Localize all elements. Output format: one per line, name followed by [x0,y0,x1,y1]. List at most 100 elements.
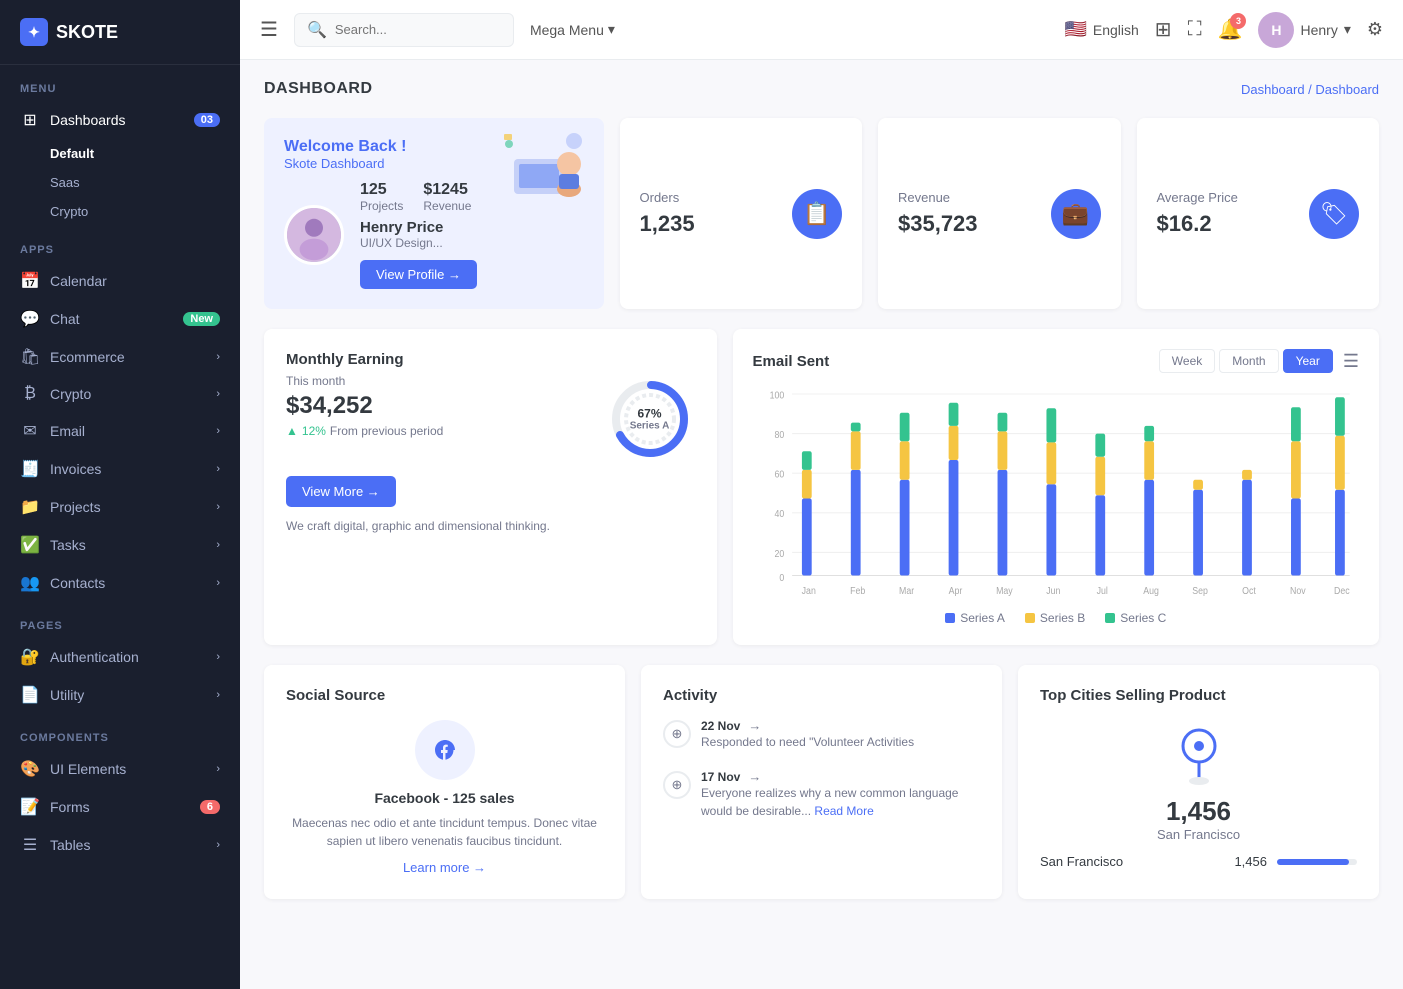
email-chevron: › [216,425,220,437]
monthly-title: Monthly Earning [286,351,695,368]
sidebar-item-utility[interactable]: 📄 Utility › [0,676,240,714]
mega-menu-chevron: ▾ [608,21,615,38]
fullscreen-button[interactable]: ⛶ [1188,18,1202,41]
search-box[interactable]: 🔍 [294,13,514,47]
sidebar-menu-section: MENU ⊞ Dashboards 03 Default Saas Crypto [0,65,240,226]
wc-avatar [284,205,344,265]
facebook-icon [415,720,475,780]
svg-text:Mar: Mar [899,586,914,597]
read-more-link[interactable]: Read More [814,804,873,818]
grid-icon-button[interactable]: ⊞ [1155,17,1172,42]
avg-price-stat-info: Average Price $16.2 [1157,190,1238,237]
legend-label-a: Series A [960,611,1005,625]
donut-pct: 67% [630,407,670,421]
avg-price-label: Average Price [1157,190,1238,205]
sidebar-item-invoices[interactable]: 🧾 Invoices › [0,450,240,488]
sidebar-item-tables[interactable]: ☰ Tables › [0,826,240,864]
sidebar-item-calendar[interactable]: 📅 Calendar [0,262,240,300]
activity-title: Activity [663,687,980,704]
avg-price-icon: 🏷 [1309,189,1359,239]
sidebar-item-contacts[interactable]: 👥 Contacts › [0,564,240,602]
legend-series-b: Series B [1025,611,1085,625]
learn-more-link[interactable]: Learn more → [403,860,486,875]
svg-text:Sep: Sep [1192,586,1208,597]
social-platform-name: Facebook - 125 sales [286,790,603,806]
sidebar-item-tasks[interactable]: ✅ Tasks › [0,526,240,564]
cards-row: Welcome Back ! Skote Dashboard [264,118,1379,309]
sub-item-crypto[interactable]: Crypto [0,197,240,226]
page-header: DASHBOARD Dashboard / Dashboard [264,80,1379,98]
welcome-card: Welcome Back ! Skote Dashboard [264,118,604,309]
user-menu-button[interactable]: H Henry ▾ [1258,12,1350,48]
city-row-name: San Francisco [1040,854,1123,869]
sidebar-item-ecommerce[interactable]: 🛍 Ecommerce › [0,338,240,376]
svg-text:60: 60 [774,469,784,480]
chat-icon: 💬 [20,309,40,329]
sub-item-saas[interactable]: Saas [0,168,240,197]
sidebar-logo[interactable]: ✦ SKOTE [0,0,240,65]
sub-item-default[interactable]: Default [0,139,240,168]
mega-menu-button[interactable]: Mega Menu ▾ [530,21,615,38]
monthly-info: This month $34,252 ▲ 12% From previous p… [286,374,443,438]
sidebar-item-projects[interactable]: 📁 Projects › [0,488,240,526]
tables-chevron: › [216,839,220,851]
language-button[interactable]: 🇺🇸 English [1064,19,1138,40]
activity-arrow-2: → [748,769,761,784]
bar-chart-svg: 100 80 60 40 20 0 Jan [753,383,1359,603]
user-avatar: H [1258,12,1294,48]
svg-text:Nov: Nov [1290,586,1306,597]
projects-icon: 📁 [20,497,40,517]
revenue-icon: 💼 [1051,189,1101,239]
city-progress-bar [1277,859,1349,865]
tasks-icon: ✅ [20,535,40,555]
tables-label: Tables [50,837,206,853]
second-row: Monthly Earning This month $34,252 ▲ 12%… [264,329,1379,645]
projects-label: Projects [50,499,206,515]
city-map-icon [1164,718,1234,788]
settings-icon[interactable]: ⚙ [1367,19,1383,40]
donut-label: 67% Series A [630,407,670,432]
wc-user-name: Henry Price [360,219,477,236]
city-row-1: San Francisco 1,456 [1040,854,1357,869]
period-month-button[interactable]: Month [1219,349,1278,373]
sidebar-item-forms[interactable]: 📝 Forms 6 [0,788,240,826]
sidebar-item-dashboards[interactable]: ⊞ Dashboards 03 [0,101,240,139]
monthly-earning-card: Monthly Earning This month $34,252 ▲ 12%… [264,329,717,645]
search-icon: 🔍 [307,20,327,40]
chart-menu-icon[interactable]: ☰ [1343,351,1359,372]
change-pct: 12% [302,424,326,438]
svg-text:20: 20 [774,548,784,559]
main-content: ☰ 🔍 Mega Menu ▾ 🇺🇸 English ⊞ ⛶ 🔔 3 H Hen… [240,0,1403,989]
invoices-label: Invoices [50,461,206,477]
dashboards-label: Dashboards [50,112,184,128]
logo-icon: ✦ [20,18,48,46]
wc-user-role: UI/UX Design... [360,236,477,250]
crypto-icon: ₿ [20,385,40,403]
sidebar-item-chat[interactable]: 💬 Chat New [0,300,240,338]
hamburger-button[interactable]: ☰ [260,17,278,42]
legend-dot-b [1025,613,1035,623]
period-week-button[interactable]: Week [1159,349,1215,373]
sidebar-pages-section: PAGES 🔐 Authentication › 📄 Utility › [0,602,240,714]
sidebar-item-email[interactable]: ✉ Email › [0,412,240,450]
sidebar-apps-section: APPS 📅 Calendar 💬 Chat New 🛍 Ecommerce ›… [0,226,240,602]
svg-text:100: 100 [769,390,784,401]
change-arrow: ▲ [286,424,298,438]
sidebar-item-crypto[interactable]: ₿ Crypto › [0,376,240,412]
sidebar-item-authentication[interactable]: 🔐 Authentication › [0,638,240,676]
search-input[interactable] [335,22,495,37]
period-year-button[interactable]: Year [1283,349,1333,373]
sidebar-item-ui-elements[interactable]: 🎨 UI Elements › [0,750,240,788]
notification-button[interactable]: 🔔 3 [1218,17,1243,42]
orders-icon: 📋 [792,189,842,239]
view-more-button[interactable]: View More → [286,476,396,507]
orders-stat-info: Orders 1,235 [640,190,695,237]
city-row-right: 1,456 [1234,854,1357,869]
wc-stats-area: 125 Projects $1245 Revenue Henry Price U… [360,181,477,289]
legend-label-b: Series B [1040,611,1085,625]
chart-legend: Series A Series B Series C [753,611,1359,625]
social-title: Social Source [286,687,603,704]
view-profile-button[interactable]: View Profile → [360,260,477,289]
svg-text:Jan: Jan [801,586,815,597]
flag-icon: 🇺🇸 [1064,19,1086,40]
